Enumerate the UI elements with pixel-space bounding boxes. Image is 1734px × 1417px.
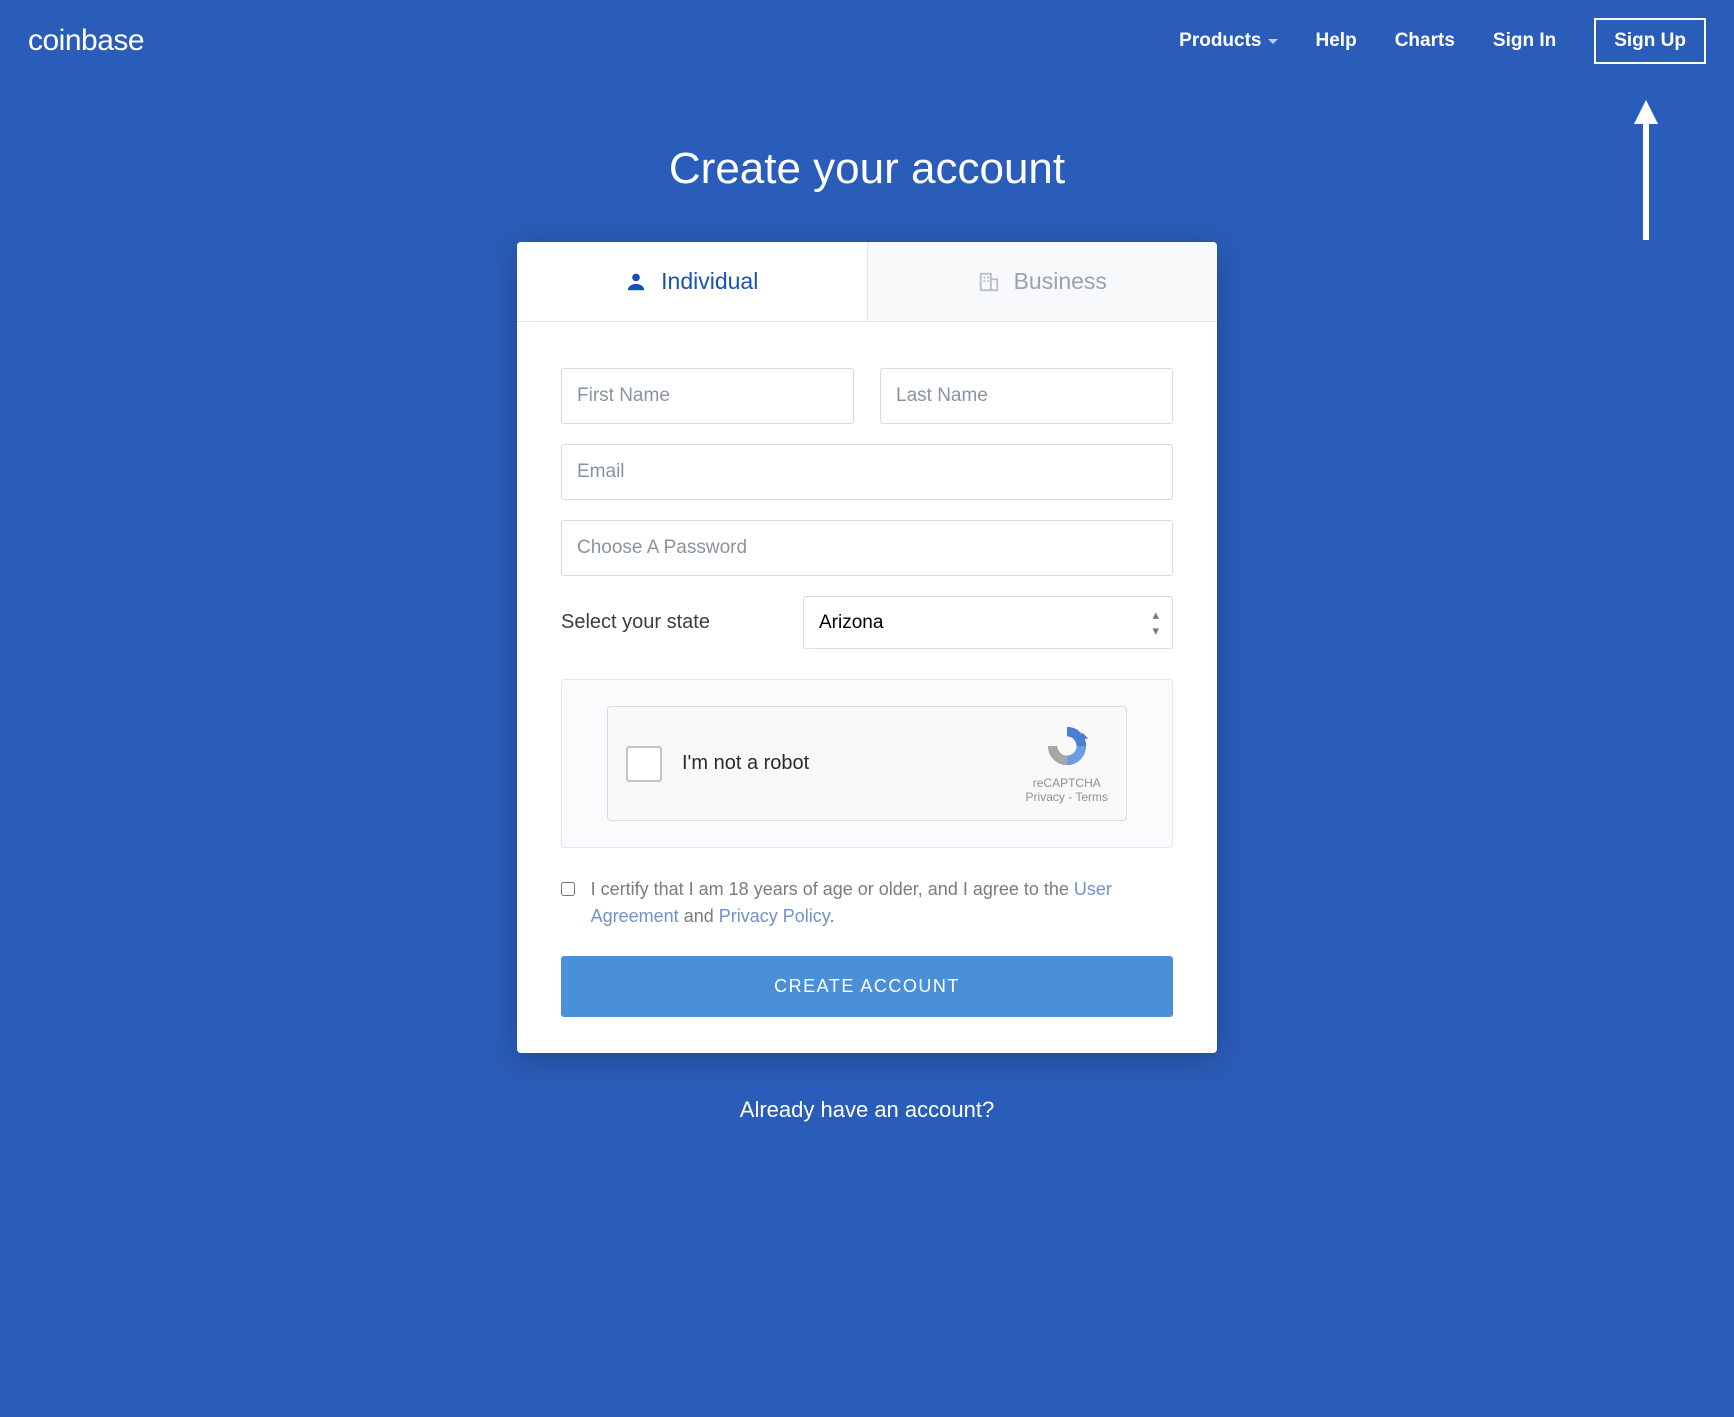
tab-individual-label: Individual (661, 268, 758, 295)
certify-prefix: I certify that I am 18 years of age or o… (591, 879, 1074, 899)
nav-charts[interactable]: Charts (1395, 30, 1455, 52)
recaptcha-label: I'm not a robot (682, 752, 809, 775)
nav-signup-button[interactable]: Sign Up (1594, 18, 1706, 64)
certify-and: and (679, 906, 719, 926)
last-name-field[interactable] (880, 368, 1173, 424)
first-name-field[interactable] (561, 368, 854, 424)
nav-products[interactable]: Products (1179, 30, 1277, 52)
email-field[interactable] (561, 444, 1173, 500)
recaptcha-brand: reCAPTCHA (1026, 776, 1108, 790)
captcha-container: I'm not a robot reCAPTCHA Privacy - Term… (561, 679, 1173, 848)
certify-text: I certify that I am 18 years of age or o… (591, 876, 1173, 930)
certify-checkbox[interactable] (561, 880, 575, 898)
already-have-account[interactable]: Already have an account? (0, 1097, 1734, 1143)
tab-business[interactable]: Business (867, 242, 1218, 321)
building-icon (978, 271, 1000, 293)
nav-help[interactable]: Help (1316, 30, 1357, 52)
signup-form: Select your state Arizona ▴▾ I'm not a r… (517, 322, 1217, 1053)
recaptcha-privacy-link[interactable]: Privacy (1026, 790, 1065, 804)
navbar: coinbase Products Help Charts Sign In Si… (0, 0, 1734, 82)
page-title: Create your account (0, 144, 1734, 194)
create-account-button[interactable]: CREATE ACCOUNT (561, 956, 1173, 1017)
state-label: Select your state (561, 611, 710, 634)
account-type-tabs: Individual Business (517, 242, 1217, 322)
recaptcha-checkbox[interactable] (626, 746, 662, 782)
brand-logo[interactable]: coinbase (28, 24, 144, 58)
annotation-arrow-icon (1630, 100, 1662, 245)
recaptcha-terms-link[interactable]: Terms (1075, 790, 1108, 804)
signup-card: Individual Business Select your st (517, 242, 1217, 1053)
certify-suffix: . (829, 906, 834, 926)
password-field[interactable] (561, 520, 1173, 576)
recaptcha-widget: I'm not a robot reCAPTCHA Privacy - Term… (607, 706, 1127, 821)
recaptcha-dash: - (1065, 790, 1075, 804)
nav-products-label: Products (1179, 30, 1261, 52)
privacy-policy-link[interactable]: Privacy Policy (719, 906, 830, 926)
tab-business-label: Business (1014, 268, 1107, 295)
state-select[interactable]: Arizona (803, 596, 1173, 649)
nav-signin[interactable]: Sign In (1493, 30, 1556, 52)
recaptcha-icon (1044, 723, 1090, 769)
tab-individual[interactable]: Individual (517, 242, 867, 321)
person-icon (625, 271, 647, 293)
chevron-down-icon (1268, 39, 1278, 44)
nav-right: Products Help Charts Sign In Sign Up (1179, 18, 1706, 64)
